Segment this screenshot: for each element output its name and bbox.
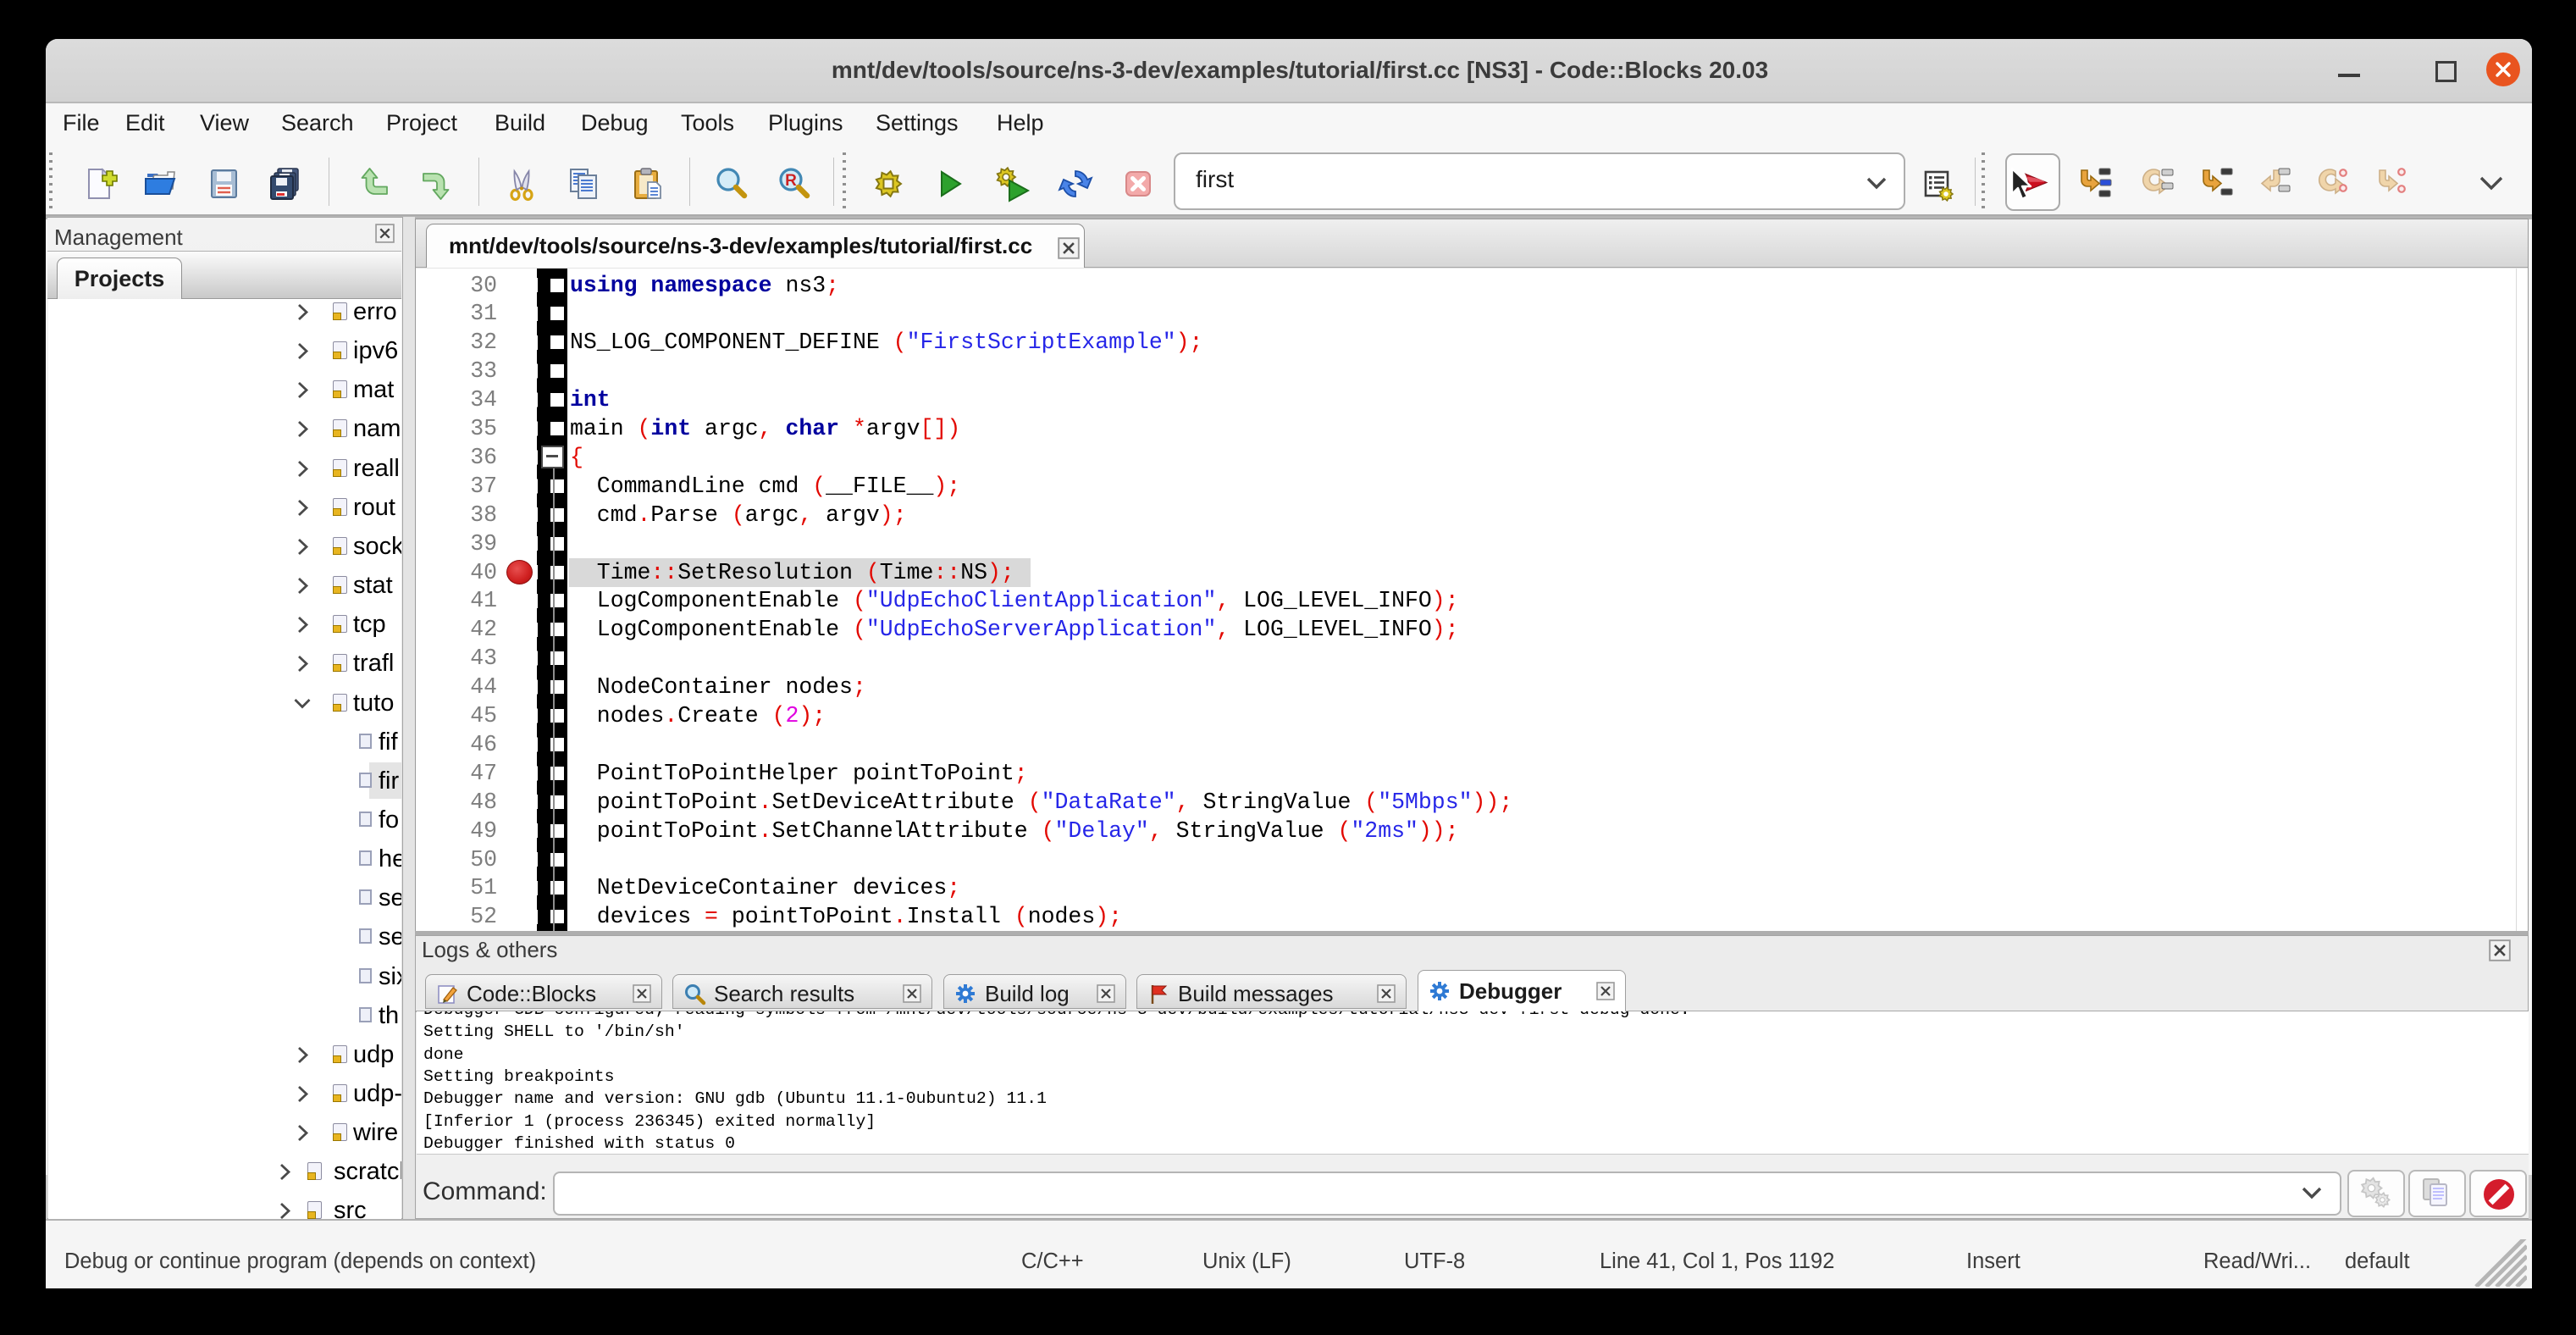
svg-text:R: R (785, 172, 797, 190)
